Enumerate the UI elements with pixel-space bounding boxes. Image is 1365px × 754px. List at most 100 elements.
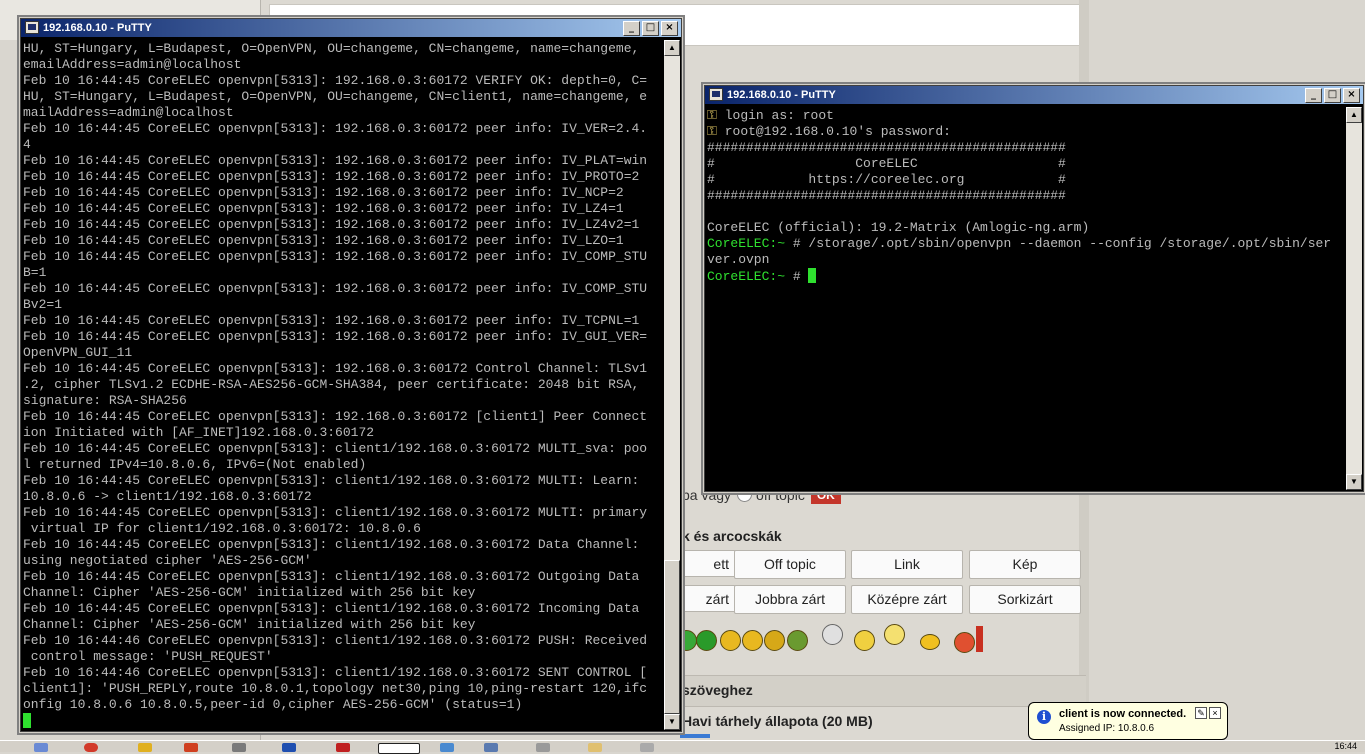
smiley-shocked-icon[interactable] xyxy=(884,624,905,645)
putty-window-right[interactable]: 192.168.0.10 - PuTTY _ □ × ⚿ login as: r… xyxy=(704,85,1364,492)
notification-title: client is now connected. xyxy=(1059,708,1187,720)
terminal-line: Feb 10 16:44:45 CoreELEC openvpn[5313]: … xyxy=(23,233,624,248)
password-line: root@192.168.0.10's password: xyxy=(724,124,951,139)
storage-section-label: Havi tárhely állapota (20 MB) xyxy=(682,713,873,729)
command-line-wrap: ver.ovpn xyxy=(707,252,770,267)
terminal-line: Channel: Cipher 'AES-256-GCM' initialize… xyxy=(23,617,476,632)
smiley-green2-icon[interactable] xyxy=(696,630,717,651)
link-button[interactable]: Link xyxy=(851,550,963,579)
terminal-line: 10.8.0.6 -> client1/192.168.0.3:60172 xyxy=(23,489,312,504)
terminal-line: Feb 10 16:44:45 CoreELEC openvpn[5313]: … xyxy=(23,73,648,88)
terminal-output-left[interactable]: HU, ST=Hungary, L=Budapest, O=OpenVPN, O… xyxy=(23,41,665,729)
minimize-icon[interactable]: _ xyxy=(623,21,640,36)
thermometer-icon[interactable] xyxy=(976,626,983,652)
taskbar-putty-button[interactable] xyxy=(378,743,420,754)
shell-prompt: CoreELEC:~ xyxy=(707,269,786,284)
terminal-line: signature: RSA-SHA256 xyxy=(23,393,187,408)
terminal-line: Feb 10 16:44:45 CoreELEC openvpn[5313]: … xyxy=(23,329,648,344)
terminal-line: using negotiated cipher 'AES-256-GCM' xyxy=(23,553,312,568)
terminal-line: Feb 10 16:44:45 CoreELEC openvpn[5313]: … xyxy=(23,361,648,376)
terminal-cursor xyxy=(808,268,817,283)
key-icon: ⚿ xyxy=(707,108,717,123)
terminal-line: Feb 10 16:44:45 CoreELEC openvpn[5313]: … xyxy=(23,313,640,328)
terminal-line: .2, cipher TLSv1.2 ECDHE-RSA-AES256-GCM-… xyxy=(23,377,640,392)
maximize-icon[interactable]: □ xyxy=(1324,88,1341,103)
scrollbar-thumb[interactable] xyxy=(664,560,680,714)
prompt-suffix: # xyxy=(785,269,809,284)
login-line: login as: root xyxy=(724,108,834,123)
putty-right-titlebar[interactable]: 192.168.0.10 - PuTTY _ □ × xyxy=(705,86,1363,104)
scroll-down-icon[interactable]: ▼ xyxy=(664,714,680,730)
settings-icon[interactable]: ✎ xyxy=(1195,707,1207,719)
terminal-line: l returned IPv4=10.8.0.6, IPv6=(Not enab… xyxy=(23,457,367,472)
terminal-line: onfig 10.8.0.6 10.8.0.5,peer-id 0,cipher… xyxy=(23,697,523,712)
scroll-up-icon[interactable]: ▲ xyxy=(1346,107,1362,123)
smileys-section-title: k és arcocskák xyxy=(682,528,782,544)
terminal-scrollbar[interactable]: ▲ ▼ xyxy=(1346,107,1362,490)
align-right-button[interactable]: Jobbra zárt xyxy=(734,585,846,614)
terminal-line: OpenVPN_GUI_11 xyxy=(23,345,133,360)
terminal-line: Feb 10 16:44:45 CoreELEC openvpn[5313]: … xyxy=(23,201,624,216)
banner-line: # https://coreelec.org # xyxy=(707,172,1066,187)
terminal-output-right[interactable]: ⚿ login as: root ⚿ root@192.168.0.10's p… xyxy=(707,108,1347,488)
window-controls: _ □ × xyxy=(621,21,678,36)
key-icon: ⚿ xyxy=(707,124,717,139)
terminal-line: Feb 10 16:44:46 CoreELEC openvpn[5313]: … xyxy=(23,665,648,680)
command-line: /storage/.opt/sbin/openvpn --daemon --co… xyxy=(808,236,1332,251)
terminal-line: Feb 10 16:44:45 CoreELEC openvpn[5313]: … xyxy=(23,217,640,232)
terminal-line: Feb 10 16:44:45 CoreELEC openvpn[5313]: … xyxy=(23,121,648,136)
terminal-line: Feb 10 16:44:45 CoreELEC openvpn[5313]: … xyxy=(23,441,648,456)
taskbar-clock: 16:44 xyxy=(1334,741,1357,751)
offtopic-button[interactable]: Off topic xyxy=(734,550,846,579)
terminal-line: ion Initiated with [AF_INET]192.168.0.3:… xyxy=(23,425,375,440)
maximize-icon[interactable]: □ xyxy=(642,21,659,36)
terminal-scrollbar[interactable]: ▲ ▼ xyxy=(664,40,680,730)
putty-left-title: 192.168.0.10 - PuTTY xyxy=(43,22,152,34)
smiley-wink-icon[interactable] xyxy=(764,630,785,651)
smiley-ghost-icon[interactable] xyxy=(822,624,843,645)
terminal-line: Channel: Cipher 'AES-256-GCM' initialize… xyxy=(23,585,476,600)
terminal-line: Feb 10 16:44:45 CoreELEC openvpn[5313]: … xyxy=(23,281,648,296)
smiley-happy-icon[interactable] xyxy=(720,630,741,651)
smiley-grin-icon[interactable] xyxy=(742,630,763,651)
storage-section-bar: Havi tárhely állapota (20 MB) xyxy=(672,706,1086,737)
terminal-line: B=1 xyxy=(23,265,47,280)
text-section-bar: szöveghez xyxy=(672,675,1086,706)
storage-progress-bar xyxy=(680,734,710,738)
putty-icon xyxy=(25,21,39,34)
putty-right-title: 192.168.0.10 - PuTTY xyxy=(727,89,836,101)
smiley-confused-icon[interactable] xyxy=(854,630,875,651)
scroll-up-icon[interactable]: ▲ xyxy=(664,40,680,56)
terminal-line: Feb 10 16:44:45 CoreELEC openvpn[5313]: … xyxy=(23,537,640,552)
smiley-angry-icon[interactable] xyxy=(954,632,975,653)
notification-balloon[interactable]: i client is now connected. Assigned IP: … xyxy=(1028,702,1228,750)
align-center-button[interactable]: Középre zárt xyxy=(851,585,963,614)
putty-left-titlebar[interactable]: 192.168.0.10 - PuTTY _ □ × xyxy=(21,19,681,37)
terminal-line: Bv2=1 xyxy=(23,297,63,312)
terminal-line: Feb 10 16:44:45 CoreELEC openvpn[5313]: … xyxy=(23,601,640,616)
terminal-line: Feb 10 16:44:45 CoreELEC openvpn[5313]: … xyxy=(23,569,640,584)
terminal-line: Feb 10 16:44:46 CoreELEC openvpn[5313]: … xyxy=(23,633,648,648)
banner-line: ########################################… xyxy=(707,188,1066,203)
close-icon[interactable]: × xyxy=(661,21,678,36)
terminal-line: Feb 10 16:44:45 CoreELEC openvpn[5313]: … xyxy=(23,169,640,184)
version-line: CoreELEC (official): 19.2-Matrix (Amlogi… xyxy=(707,220,1090,235)
notification-body: Assigned IP: 10.8.0.6 xyxy=(1059,723,1155,734)
terminal-line: emailAddress=admin@localhost xyxy=(23,57,242,72)
info-icon: i xyxy=(1037,710,1051,724)
terminal-line: Feb 10 16:44:45 CoreELEC openvpn[5313]: … xyxy=(23,153,648,168)
terminal-line: Feb 10 16:44:45 CoreELEC openvpn[5313]: … xyxy=(23,505,648,520)
close-icon[interactable]: × xyxy=(1209,707,1221,719)
smiley-sleepy-icon[interactable] xyxy=(920,634,940,650)
text-section-label: szöveghez xyxy=(682,682,753,698)
terminal-cursor xyxy=(23,713,31,728)
image-button[interactable]: Kép xyxy=(969,550,1081,579)
banner-line: ########################################… xyxy=(707,140,1066,155)
close-icon[interactable]: × xyxy=(1343,88,1360,103)
justify-button[interactable]: Sorkizárt xyxy=(969,585,1081,614)
minimize-icon[interactable]: _ xyxy=(1305,88,1322,103)
terminal-line: mailAddress=admin@localhost xyxy=(23,105,234,120)
smiley-sick-icon[interactable] xyxy=(787,630,808,651)
scroll-down-icon[interactable]: ▼ xyxy=(1346,474,1362,490)
putty-window-left[interactable]: 192.168.0.10 - PuTTY _ □ × HU, ST=Hungar… xyxy=(20,18,682,732)
